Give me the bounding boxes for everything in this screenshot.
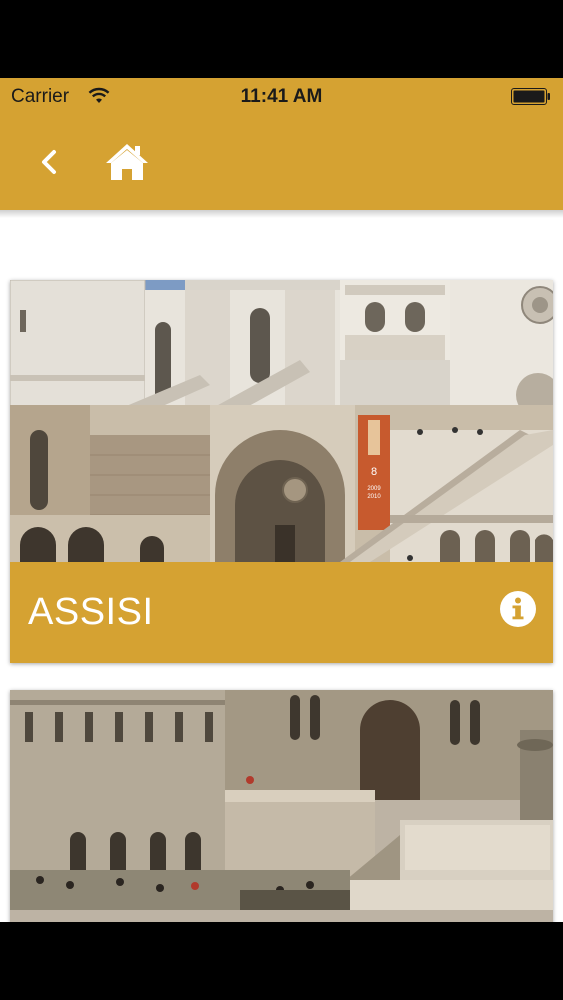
battery-icon [511, 88, 550, 105]
assisi-basilica-photo: 8 2009 2010 [10, 280, 553, 562]
city-card-2[interactable] [10, 690, 553, 922]
status-bar: Carrier 11:41 AM [0, 78, 563, 114]
home-icon [106, 144, 148, 180]
status-time: 11:41 AM [240, 86, 323, 107]
top-letterbox [0, 0, 563, 78]
navigation-bar [0, 114, 563, 210]
bottom-letterbox [0, 922, 563, 1000]
nav-shadow [0, 210, 563, 218]
city-title: ASSISI [28, 591, 154, 633]
city-card-assisi[interactable]: 8 2009 2010 ASSISI [10, 280, 553, 663]
piazza-fountain-photo [10, 690, 553, 922]
svg-text:2009: 2009 [367, 486, 381, 492]
app-screen: Carrier 11:41 AM 8 2009 2010 ASSISI [0, 78, 563, 922]
back-button[interactable] [32, 140, 72, 184]
info-icon [500, 591, 536, 627]
info-button[interactable] [499, 590, 537, 628]
card-label-bar: ASSISI [10, 562, 553, 663]
home-button[interactable] [104, 142, 150, 182]
svg-text:2010: 2010 [367, 494, 381, 500]
chevron-left-icon [42, 150, 56, 174]
svg-text:8: 8 [371, 466, 377, 478]
